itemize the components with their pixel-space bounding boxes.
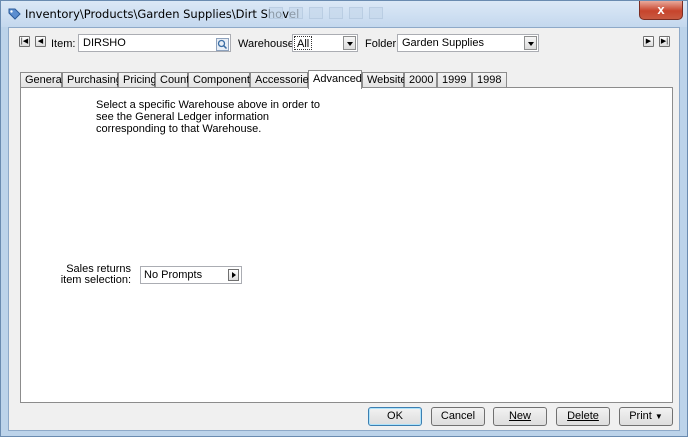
search-icon[interactable] (216, 38, 229, 51)
print-button[interactable]: Print ▼ (619, 407, 673, 426)
inventory-window: Inventory\Products\Garden Supplies\Dirt … (0, 0, 688, 437)
sales-returns-label: Sales returns item selection: (51, 264, 131, 286)
tag-icon (8, 8, 21, 20)
chevron-down-icon[interactable] (524, 36, 537, 50)
sales-returns-field[interactable]: No Prompts (140, 266, 242, 284)
tab-accessories[interactable]: Accessories (250, 72, 314, 88)
delete-button-label: Delete (567, 410, 599, 422)
warehouse-value: All (294, 36, 313, 50)
print-button-label: Print (629, 410, 652, 422)
advanced-panel: Select a specific Warehouse above in ord… (20, 87, 673, 403)
sales-returns-value: No Prompts (144, 269, 203, 281)
item-label: Item: (51, 38, 76, 50)
delete-button[interactable]: Delete (556, 407, 610, 426)
ok-button[interactable]: OK (368, 407, 422, 426)
tab-components[interactable]: Components (188, 72, 255, 88)
sales-returns-label-line2: item selection: (60, 274, 131, 286)
toolbar-ghost-icon (309, 7, 323, 19)
last-record-icon[interactable]: ▶| (659, 36, 670, 47)
dropdown-arrow-icon: ▼ (654, 412, 663, 421)
title-bar: Inventory\Products\Garden Supplies\Dirt … (1, 1, 687, 27)
tab-2000[interactable]: 2000 (404, 72, 437, 88)
chevron-down-icon[interactable] (343, 36, 356, 50)
toolbar-ghost-icon (349, 7, 363, 19)
folder-value: Garden Supplies (402, 37, 484, 49)
close-button[interactable]: x (639, 1, 683, 20)
window-title: Inventory\Products\Garden Supplies\Dirt … (25, 7, 300, 21)
item-field[interactable]: DIRSHO (78, 34, 231, 52)
tab-purchasing[interactable]: Purchasing (62, 72, 122, 88)
warehouse-label: Warehouse: (238, 38, 297, 50)
toolbar-ghost-icon (289, 7, 303, 19)
tab-1999[interactable]: 1999 (437, 72, 472, 88)
tab-general[interactable]: General (20, 72, 64, 88)
tab-website[interactable]: Website (362, 72, 407, 88)
chevron-right-icon[interactable] (228, 269, 239, 281)
toolbar-ghost-icon (329, 7, 343, 19)
warehouse-dropdown[interactable]: All (292, 34, 358, 52)
tab-count[interactable]: Count (155, 72, 189, 88)
folder-dropdown[interactable]: Garden Supplies (397, 34, 539, 52)
tab-pricing[interactable]: Pricing (118, 72, 157, 88)
tab-advanced[interactable]: Advanced (308, 70, 362, 89)
warehouse-gl-message: Select a specific Warehouse above in ord… (96, 99, 320, 135)
new-button-label: New (508, 410, 531, 422)
item-value: DIRSHO (83, 37, 126, 49)
client-area: |◀ ◀ Item: DIRSHO Warehouse: All Folder:… (8, 27, 680, 431)
previous-record-icon[interactable]: ◀ (35, 36, 46, 47)
first-record-icon[interactable]: |◀ (19, 36, 30, 47)
toolbar-ghost-icon (269, 7, 283, 19)
tab-1998[interactable]: 1998 (472, 72, 507, 88)
cancel-button[interactable]: Cancel (431, 407, 485, 426)
new-button[interactable]: New (493, 407, 547, 426)
folder-label: Folder: (365, 38, 400, 50)
toolbar-ghost-icon (369, 7, 383, 19)
next-record-icon[interactable]: ▶ (643, 36, 654, 47)
